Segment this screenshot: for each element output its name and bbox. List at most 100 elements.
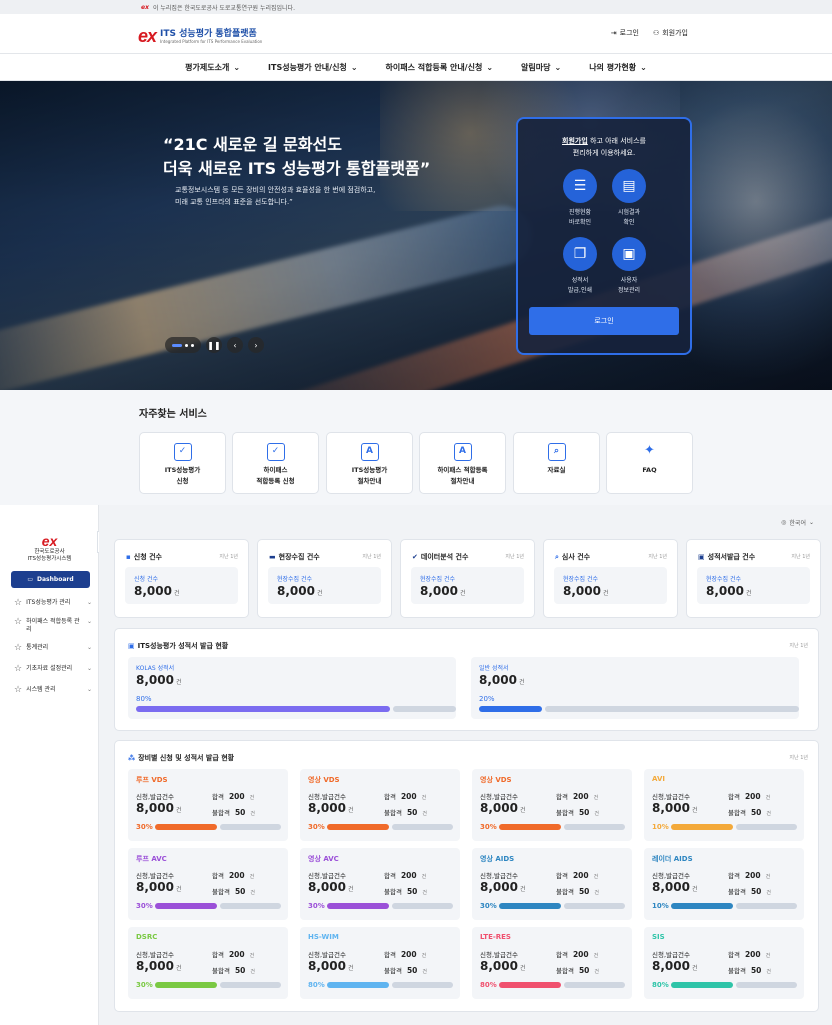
apply-unit: 건 [691,886,698,893]
site-logo[interactable]: ex ITS 성능평가 통합플랫폼 Integrated Platform fo… [138,26,262,47]
search-doc-icon: ⌕ [555,552,559,561]
fail-unit: 건 [250,811,255,817]
stat-value: 8,000 [134,584,172,598]
sidebar-system-name: ITS성능평가시스템 [27,556,72,562]
fail-value: 50 [578,887,590,896]
freq-faq[interactable]: ✦ FAQ [606,432,693,494]
sidebar-item-label: Dashboard [37,576,74,583]
progress-fill [671,824,733,830]
fail-label: 불합격 [556,809,574,817]
nav-label: 알림마당 [521,62,551,72]
stat-card-certificate: ▣ 성적서발급 건수 지난 1년 현장수집 건수 8,000 건 [686,539,821,618]
kolas-certificate-box: KOLAS 성적서 8,000 건 80% [128,657,456,719]
equipment-card: 루프 AVC 신청,발급건수 8,000 건 합격 200 건 불합격 50 건 30% [128,848,288,920]
next-slide-button[interactable]: › [248,337,264,353]
fail-label: 불합격 [728,888,746,896]
stat-card-apply: ▪ 신청 건수 지난 1년 신청 건수 8,000 건 [114,539,249,618]
sidebar-item-dashboard[interactable]: ▭ Dashboard [11,571,90,588]
fail-value: 50 [406,966,418,975]
pass-value: 200 [228,871,245,880]
freq-label: 신청 [176,477,189,485]
language-select[interactable]: ◎ 한국어 ⌄ [781,518,814,527]
apply-label: 신청,발급건수 [480,951,518,959]
equipment-card: 영상 VDS 신청,발급건수 8,000 건 합격 200 건 불합격 50 건 30% [472,769,632,841]
equipment-card: HS-WIM 신청,발급건수 8,000 건 합격 200 건 불합격 50 건 80% [300,927,460,999]
progress-track [735,824,797,830]
certificate-icon: ▣ [698,553,705,561]
sidebar-item-stats[interactable]: ☆ 통계관리 ⌄ [14,643,92,653]
stat-value: 8,000 [420,584,458,598]
nav-item-my[interactable]: 나의 평가현황 ⌄ [589,62,647,73]
nav-item-intro[interactable]: 평가제도소개 ⌄ [185,62,240,73]
freq-its-procedure[interactable]: A ITS성능평가 절차안내 [326,432,413,494]
equipment-percent: 30% [480,823,497,831]
fail-label: 불합격 [384,809,402,817]
notice-logo: ex [141,3,149,11]
progress-fill [155,982,217,988]
stat-period: 지난 1년 [505,554,524,560]
signup-link[interactable]: ⚇ 회원가입 [653,28,688,38]
star-icon: ☆ [14,643,23,653]
sidebar-item-label: 통계관리 [26,644,49,651]
pause-button[interactable]: ❚❚ [206,337,222,353]
slide-controls: ❚❚ ‹ › [165,337,264,353]
pass-value: 200 [400,871,417,880]
pass-unit: 건 [765,874,771,880]
language-label: 한국어 [789,520,806,527]
apply-label: 신청,발급건수 [136,872,174,880]
nav-item-its[interactable]: ITS성능평가 안내/신청 ⌄ [268,62,358,73]
sidebar-item-its[interactable]: ☆ ITS성능평가 관리 ⌄ [14,598,92,608]
hero-banner: “21C 새로운 길 문화선도 더욱 새로운 ITS 성능평가 통합플랫폼” 교통… [0,81,832,390]
login-panel: 회원가입 하고 아래 서비스를 편리하게 이용하세요. ☰ 진행현황 바로확인 ▤ 시험… [516,117,692,355]
fail-value: 50 [406,808,418,817]
progress-track [545,706,799,712]
service-test-result[interactable]: ▤ 시험결과 확인 [599,169,659,228]
admin-sidebar: ex 한국도로공사 ITS성능평가시스템 ▭ Dashboard ☆ ITS성능평가… [0,505,99,1025]
sidebar-item-base-data[interactable]: ☆ 기초자료 설정관리 ⌄ [14,664,92,674]
slide-indicator[interactable] [165,337,201,353]
notice-bar: ex 이 누리집은 한국도로공사 도로교통연구원 누리집입니다. [0,0,832,14]
progress-fill [671,982,733,988]
equipment-progress-bar [327,903,453,909]
stat-unit: 건 [602,590,609,597]
prev-slide-button[interactable]: ‹ [227,337,243,353]
equipment-percent: 80% [652,981,669,989]
apply-value: 8,000 [480,959,518,973]
nav-item-hipass[interactable]: 하이패스 적합등록 안내/신청 ⌄ [386,62,494,73]
login-link[interactable]: ⇥ 로그인 [611,28,639,38]
hero-desc-line: 미래 교통 인프라의 표준을 선도합니다.” [175,198,293,206]
service-user-info[interactable]: ▣ 사용자 정보관리 [599,237,659,296]
fail-unit: 건 [422,890,427,896]
sidebar-org: 한국도로공사 [34,549,65,555]
stat-unit: 건 [316,590,323,597]
stat-label: 현장수집 건수 [277,576,313,583]
nav-item-notice[interactable]: 알림마당 ⌄ [521,62,561,73]
freq-its-apply[interactable]: ✓ ITS성능평가 신청 [139,432,226,494]
freq-hipass-apply[interactable]: ✓ 하이패스 적합등록 신청 [232,432,319,494]
progress-fill [671,903,733,909]
signup-inline-link[interactable]: 회원가입 [562,137,588,145]
stat-period: 지난 1년 [219,554,238,560]
sidebar-item-label: ITS성능평가 관리 [26,599,71,606]
sidebar-item-system[interactable]: ☆ 시스템 관리 ⌄ [14,685,92,695]
freq-hipass-procedure[interactable]: A 하이패스 적합등록 절차안내 [419,432,506,494]
pass-value: 200 [744,950,761,959]
star-icon: ☆ [14,685,23,695]
fail-value: 50 [234,887,246,896]
star-icon: ☆ [14,664,23,674]
equipment-percent: 30% [136,981,153,989]
login-msg-text: 하고 아래 서비스를 [587,137,646,145]
sidebar-logo[interactable]: ex 한국도로공사 ITS성능평가시스템 [0,533,99,563]
service-label: 사용자 [620,277,638,284]
freq-library[interactable]: ⌕ 자료실 [513,432,600,494]
clipboard-check-icon: ✓ [266,443,285,461]
hero-desc-line: 교통정보시스템 등 모든 장비의 안전성과 효율성을 한 번에 점검하고, [175,186,376,194]
logo-title: ITS 성능평가 통합플랫폼 [160,29,257,39]
sidebar-item-hipass[interactable]: ☆ 하이패스 적합등록 관리 ⌄ [14,618,92,634]
fail-value: 50 [234,808,246,817]
pass-label: 합격 [728,872,740,880]
stat-unit: 건 [459,590,466,597]
equipment-name: 레이더 AIDS [652,855,693,863]
login-button[interactable]: 로그인 [529,307,679,335]
star-icon: ☆ [14,598,23,608]
